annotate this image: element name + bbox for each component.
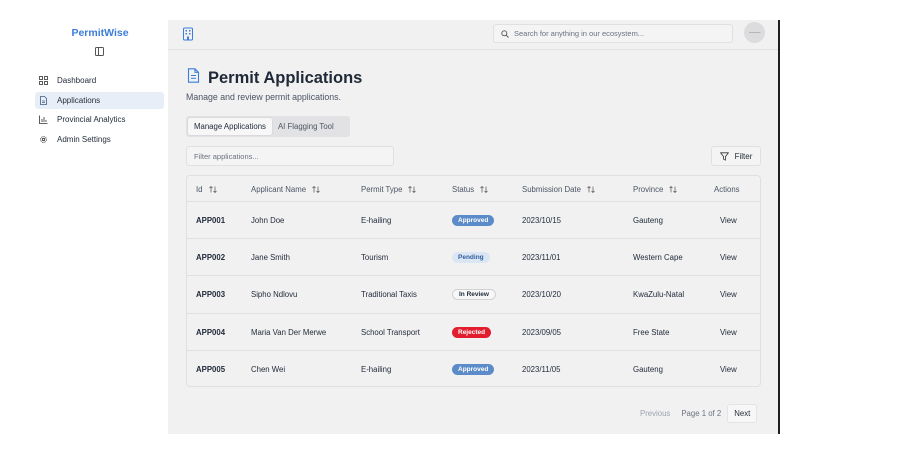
- sort-icon: [587, 185, 595, 193]
- bar-chart-icon: [39, 115, 48, 125]
- cell-applicant-name: Sipho Ndlovu: [251, 290, 298, 300]
- cell-province: Western Cape: [633, 253, 683, 263]
- cell-submission-date: 2023/10/15: [522, 216, 562, 225]
- document-icon: [39, 95, 48, 105]
- sidebar-item-label: Admin Settings: [57, 134, 111, 144]
- column-header-id[interactable]: Id: [196, 176, 217, 202]
- filter-applications-input[interactable]: [186, 146, 394, 166]
- cell-province: Free State: [633, 327, 670, 337]
- cell-submission-date: 2023/09/05: [522, 327, 562, 337]
- search-input[interactable]: [514, 29, 724, 38]
- previous-page-button[interactable]: Previous: [636, 405, 674, 422]
- pagination: Previous Page 1 of 2 Next: [636, 404, 758, 423]
- cell-permit-type: Traditional Taxis: [361, 290, 417, 300]
- cell-permit-type: E-hailing: [361, 364, 392, 374]
- cell-submission-date: 2023/11/01: [522, 253, 561, 263]
- column-header-applicant-name[interactable]: Applicant Name: [251, 176, 320, 202]
- cell-applicant-name: Jane Smith: [251, 253, 291, 263]
- sidebar-toggle-icon[interactable]: [95, 47, 104, 56]
- view-button[interactable]: View: [720, 239, 737, 276]
- sidebar: PermitWise Dashboard Applications Provin…: [0, 20, 168, 434]
- sidebar-item-admin-settings[interactable]: Admin Settings: [35, 131, 164, 148]
- table-row: APP002 Jane Smith Tourism Pending 2023/1…: [187, 239, 760, 277]
- cell-permit-type: Tourism: [361, 253, 389, 263]
- cell-id: APP001: [196, 216, 226, 225]
- sort-icon: [208, 185, 217, 193]
- cell-province: Gauteng: [633, 364, 663, 374]
- view-button[interactable]: View: [720, 351, 737, 388]
- document-icon: [187, 68, 200, 88]
- tab-ai-flagging-tool[interactable]: AI Flagging Tool: [272, 118, 340, 135]
- cell-id: APP003: [196, 290, 226, 300]
- view-button[interactable]: View: [720, 314, 737, 351]
- column-header-actions: Actions: [714, 184, 740, 194]
- sidebar-item-label: Provincial Analytics: [57, 115, 126, 125]
- status-badge: Approved: [452, 215, 495, 226]
- sidebar-item-label: Dashboard: [57, 76, 97, 85]
- table-row: APP003 Sipho Ndlovu Traditional Taxis In…: [187, 276, 760, 314]
- sort-icon: [408, 185, 417, 193]
- sidebar-item-label: Applications: [57, 95, 101, 105]
- filter-icon: [719, 151, 729, 161]
- window-edge-divider: [778, 20, 780, 434]
- cell-applicant-name: Maria Van Der Merwe: [251, 327, 327, 337]
- view-button[interactable]: View: [720, 202, 737, 239]
- applications-table: Id Applicant Name Permit Type Status Sub…: [186, 175, 761, 387]
- cell-id: APP005: [196, 364, 226, 374]
- cell-id: APP004: [196, 327, 226, 337]
- status-badge: Rejected: [452, 326, 492, 338]
- cell-id: APP002: [196, 253, 226, 263]
- cell-status: Approved: [452, 351, 495, 388]
- status-badge: Pending: [452, 252, 490, 264]
- cell-permit-type: School Transport: [361, 327, 420, 337]
- column-header-permit-type[interactable]: Permit Type: [361, 176, 417, 202]
- cell-status: Approved: [452, 202, 495, 239]
- cell-submission-date: 2023/11/05: [522, 364, 561, 374]
- page-indicator: Page 1 of 2: [681, 409, 722, 418]
- view-button[interactable]: View: [720, 276, 737, 313]
- page-title: Permit Applications: [208, 68, 363, 87]
- avatar[interactable]: ——: [744, 22, 765, 43]
- sidebar-item-dashboard[interactable]: Dashboard: [35, 72, 164, 89]
- grid-icon: [39, 76, 48, 85]
- building-icon[interactable]: [182, 27, 194, 41]
- sidebar-item-provincial-analytics[interactable]: Provincial Analytics: [35, 111, 164, 128]
- cell-status: In Review: [452, 276, 496, 313]
- filter-button-label: Filter: [734, 151, 753, 161]
- status-badge: Approved: [452, 363, 495, 375]
- sort-icon: [669, 185, 678, 193]
- column-header-province[interactable]: Province: [633, 176, 678, 202]
- next-page-button[interactable]: Next: [727, 404, 758, 423]
- cell-status: Pending: [452, 239, 490, 276]
- column-header-submission-date[interactable]: Submission Date: [522, 176, 595, 202]
- topbar: ——: [168, 20, 778, 50]
- cell-province: Gauteng: [633, 216, 663, 225]
- table-header: Id Applicant Name Permit Type Status Sub…: [187, 176, 760, 202]
- cell-applicant-name: John Doe: [251, 216, 285, 225]
- gear-icon: [39, 135, 48, 144]
- tab-manage-applications[interactable]: Manage Applications: [188, 118, 272, 135]
- sort-icon: [312, 185, 320, 193]
- search-icon: [501, 25, 509, 43]
- cell-applicant-name: Chen Wei: [251, 364, 286, 374]
- column-header-status[interactable]: Status: [452, 176, 488, 202]
- filter-button[interactable]: Filter: [711, 146, 761, 166]
- page-subtitle: Manage and review permit applications.: [186, 92, 342, 102]
- sidebar-nav: Dashboard Applications Provincial Analyt…: [35, 72, 164, 150]
- status-badge: In Review: [452, 289, 496, 301]
- cell-submission-date: 2023/10/20: [522, 290, 562, 300]
- table-row: APP001 John Doe E-hailing Approved 2023/…: [187, 202, 760, 240]
- sidebar-item-applications[interactable]: Applications: [35, 91, 164, 109]
- cell-province: KwaZulu-Natal: [633, 290, 685, 300]
- table-row: APP004 Maria Van Der Merwe School Transp…: [187, 314, 760, 351]
- main-panel: —— Permit Applications Manage and review…: [168, 20, 778, 434]
- search-box[interactable]: [493, 24, 733, 43]
- app-frame: PermitWise Dashboard Applications Provin…: [0, 0, 923, 467]
- page-header: Permit Applications: [187, 68, 362, 88]
- tab-bar: Manage Applications AI Flagging Tool: [186, 116, 350, 137]
- cell-permit-type: E-hailing: [361, 216, 392, 225]
- table-row: APP005 Chen Wei E-hailing Approved 2023/…: [187, 351, 760, 388]
- sort-icon: [480, 185, 488, 193]
- cell-status: Rejected: [452, 314, 492, 351]
